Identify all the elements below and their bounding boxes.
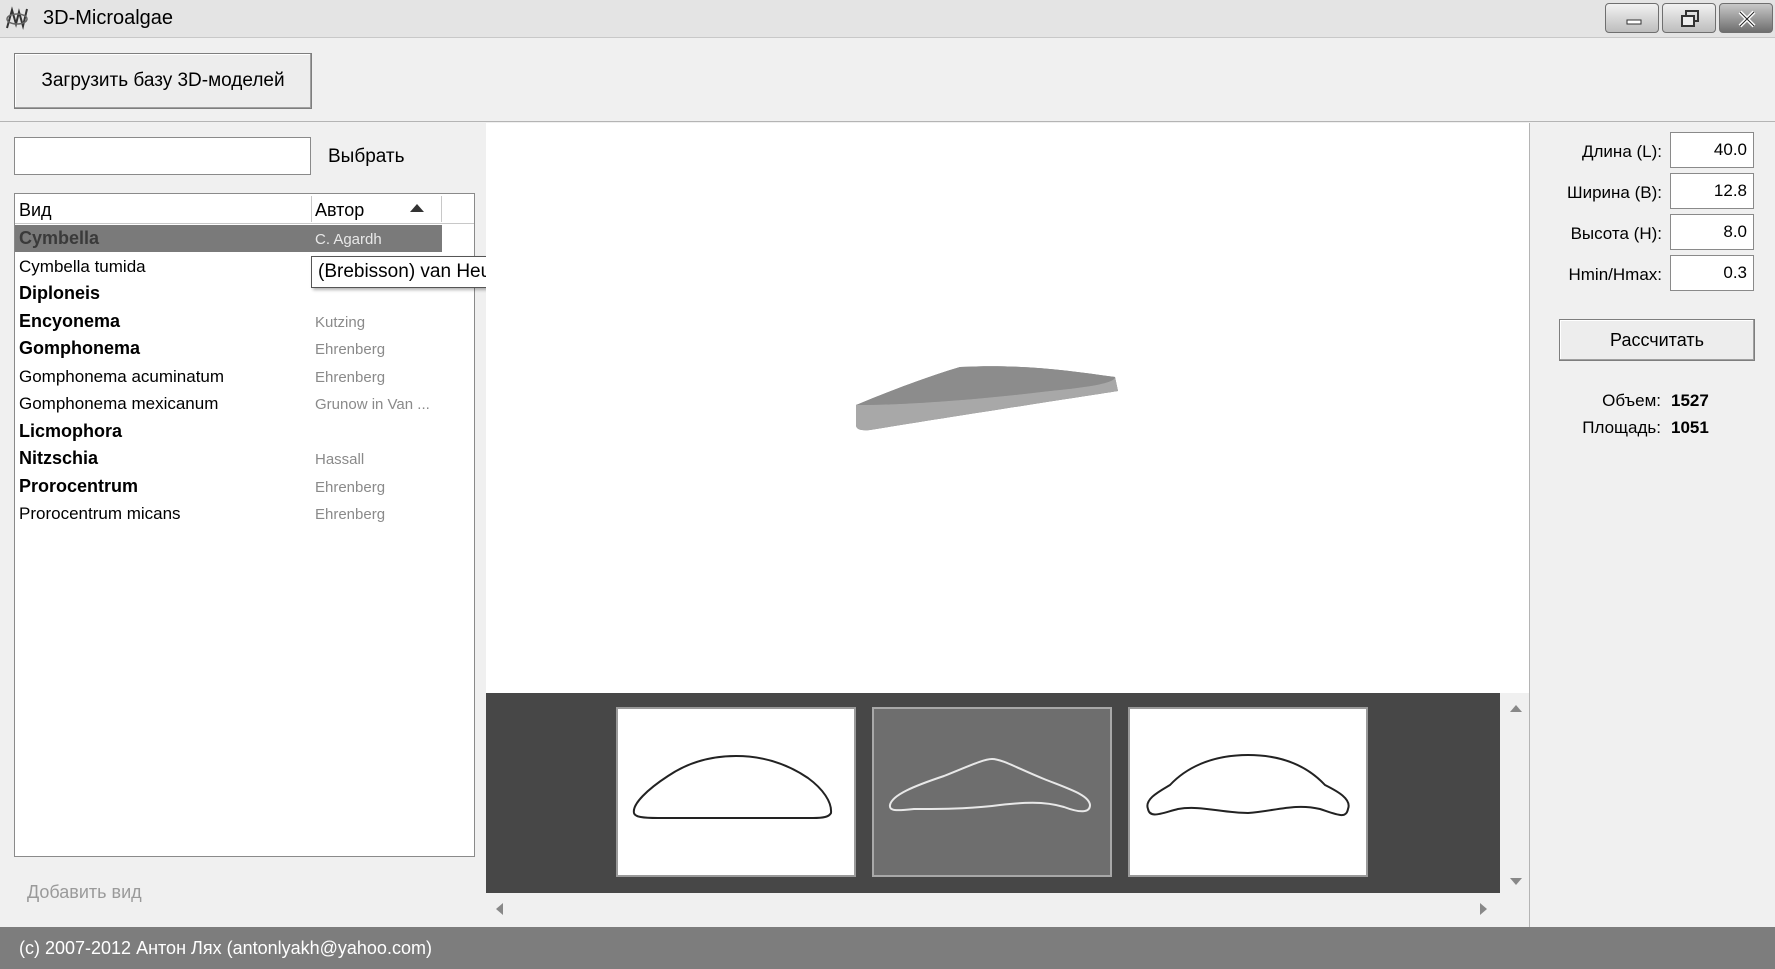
species-author: Ehrenberg: [315, 368, 386, 386]
scroll-up-arrow-icon[interactable]: [1510, 705, 1522, 712]
load-3d-database-button[interactable]: Загрузить базу 3D-моделей: [14, 53, 312, 109]
volume-value: 1527: [1671, 391, 1709, 410]
minimize-button[interactable]: [1605, 3, 1659, 33]
algae-app-icon: [4, 6, 30, 32]
search-input[interactable]: [14, 137, 311, 175]
width-input[interactable]: [1670, 173, 1754, 209]
species-author: Kutzing: [315, 313, 366, 331]
species-author: Hassall: [315, 451, 365, 468]
species-name: Gomphonema: [19, 338, 141, 358]
gallery-vertical-scrollbar[interactable]: [1500, 693, 1529, 893]
species-name: Gomphonema acuminatum: [19, 366, 225, 386]
area-value: 1051: [1671, 418, 1709, 437]
length-input[interactable]: [1670, 132, 1754, 168]
species-name: Prorocentrum micans: [19, 504, 181, 523]
column-divider[interactable]: [311, 196, 312, 222]
species-author: Ehrenberg: [315, 341, 386, 358]
close-icon: [1738, 10, 1756, 28]
column-header-author[interactable]: Автор: [315, 200, 364, 221]
gallery-horizontal-scrollbar[interactable]: [486, 893, 1529, 927]
species-name: Licmophora: [19, 420, 123, 441]
list-item[interactable]: Licmophora: [15, 418, 442, 445]
ratio-input[interactable]: [1670, 255, 1754, 291]
species-name: Gomphonema mexicanum: [19, 394, 219, 413]
ratio-label: Hmin/Hmax:: [1568, 265, 1662, 284]
list-item[interactable]: Prorocentrum Ehrenberg: [15, 473, 442, 500]
title-bar: [0, 0, 1775, 38]
sort-ascending-icon: [410, 204, 424, 212]
scroll-down-arrow-icon[interactable]: [1510, 878, 1522, 885]
list-item-selected[interactable]: Cymbella C. Agardh: [15, 225, 442, 252]
width-label: Ширина (B):: [1567, 183, 1662, 202]
shape-outline-icon: [888, 757, 1092, 813]
length-label: Длина (L):: [1582, 142, 1662, 161]
volume-label: Объем:: [1602, 391, 1661, 410]
list-item[interactable]: Gomphonema mexicanum Grunow in Van ...: [15, 390, 442, 417]
select-button[interactable]: Выбрать: [328, 146, 405, 168]
height-label: Высота (H):: [1570, 224, 1662, 243]
species-name: Cymbella: [19, 228, 100, 248]
shape-outline-icon: [1146, 753, 1350, 816]
species-author: Ehrenberg: [315, 478, 386, 496]
shape-thumbnail[interactable]: [616, 707, 856, 877]
3d-model-render[interactable]: [850, 355, 1125, 445]
species-name: Cymbella tumida: [19, 256, 146, 276]
restore-icon: [1681, 10, 1699, 27]
copyright-text: (c) 2007-2012 Антон Лях (antonlyakh@yaho…: [19, 938, 432, 958]
species-name: Prorocentrum: [19, 475, 139, 496]
species-name: Diploneis: [19, 283, 101, 303]
list-item[interactable]: Gomphonema Ehrenberg: [15, 335, 442, 362]
window-title: 3D-Microalgae: [43, 7, 174, 29]
column-divider[interactable]: [441, 196, 442, 222]
calculate-button[interactable]: Рассчитать: [1559, 319, 1755, 361]
height-input[interactable]: [1670, 214, 1754, 250]
add-species-link[interactable]: Добавить вид: [27, 882, 142, 903]
list-header: Вид Автор: [15, 194, 474, 224]
restore-button[interactable]: [1662, 3, 1716, 33]
minimize-icon: [1626, 19, 1642, 25]
species-name: Encyonema: [19, 310, 121, 331]
list-item[interactable]: Encyonema Kutzing: [15, 308, 442, 335]
list-item[interactable]: Prorocentrum micans Ehrenberg: [15, 500, 442, 527]
list-item[interactable]: Gomphonema acuminatum Ehrenberg: [15, 363, 442, 390]
scroll-right-arrow-icon[interactable]: [1480, 903, 1487, 915]
species-author: Grunow in Van ...: [315, 396, 430, 413]
species-list[interactable]: Вид Автор Cymbella C. Agardh Cymbella tumi…: [14, 193, 475, 857]
shape-thumbnail-selected[interactable]: [872, 707, 1112, 877]
shape-thumbnail[interactable]: [1128, 707, 1368, 877]
list-item[interactable]: Nitzschia Hassall: [15, 445, 442, 472]
close-button[interactable]: [1719, 3, 1773, 33]
shape-outline-icon: [632, 754, 833, 819]
scroll-left-arrow-icon[interactable]: [496, 903, 503, 915]
species-author: C. Agardh: [315, 231, 382, 248]
species-author: Ehrenberg: [315, 506, 386, 523]
column-header-species[interactable]: Вид: [19, 200, 52, 221]
shape-gallery: [486, 693, 1500, 893]
area-label: Площадь:: [1582, 418, 1661, 437]
species-name: Nitzschia: [19, 448, 99, 468]
